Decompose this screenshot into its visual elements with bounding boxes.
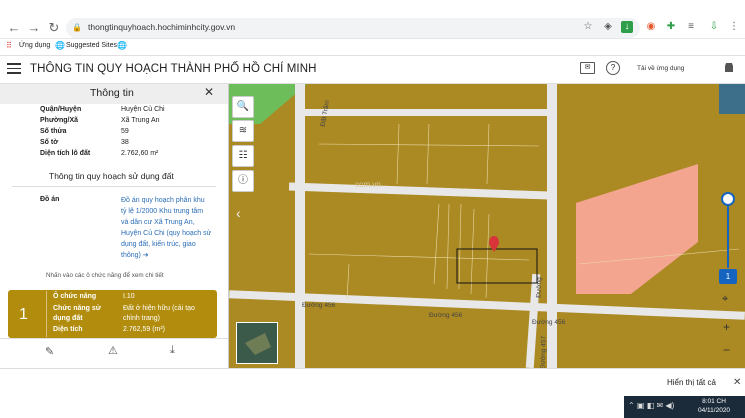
road-label: Đường 456 [302, 302, 336, 309]
download-bar [0, 368, 745, 397]
edit-document-icon[interactable]: ✎ [45, 345, 54, 358]
menu-dots-icon[interactable]: ⋮ [728, 21, 740, 33]
mail-icon[interactable]: ✉ [580, 62, 595, 74]
road-label: Đường 457 [539, 335, 548, 368]
layers-icon[interactable]: ≋ [232, 120, 254, 142]
field-value-sheet: 38 [121, 139, 129, 146]
field-label-area: Diện tích lô đất [40, 150, 91, 157]
close-icon[interactable]: ✕ [204, 85, 214, 99]
do-an-link[interactable]: Đồ án quy hoạch phân khu tỷ lệ 1/2000 Kh… [121, 195, 221, 261]
road-label: Đường 456 [532, 319, 566, 326]
do-an-label: Đồ án [40, 196, 60, 203]
card-value: Đất ở hiện hữu (cải tạo [123, 305, 195, 312]
search-icon[interactable]: 🔍 [232, 96, 254, 118]
field-label-parcel: Số thửa [40, 128, 67, 135]
back-icon[interactable]: ← [6, 20, 22, 36]
download-extension-icon[interactable]: ↓ [621, 21, 633, 33]
download-app-link[interactable]: Tải về ứng dụng [637, 65, 684, 72]
bookmark-suggested-sites[interactable]: Suggested Sites [66, 42, 117, 49]
field-value-area: 2.762,60 m² [121, 150, 159, 157]
field-label-sheet: Số tờ [40, 139, 59, 146]
lock-icon[interactable]: 🔒 [72, 23, 82, 32]
collapse-chevron-icon[interactable]: ‹ [236, 205, 241, 221]
satellite-thumbnail[interactable] [236, 322, 278, 364]
do-an-line[interactable]: Huyện Củ Chi (quy hoạch sử [121, 228, 221, 239]
chrome-extension-icon[interactable]: ◉ [645, 21, 657, 33]
do-an-line[interactable]: và dân cư Xã Trung An, [121, 217, 221, 228]
card-label: Ô chức năng [53, 293, 97, 300]
planning-map[interactable]: Đất Trấm Đường 456 Đường 456 Đường 456 Đ… [229, 84, 745, 368]
globe-icon-2[interactable]: 🌐 [117, 41, 127, 50]
divider [12, 186, 216, 187]
parcel-lines [308, 123, 740, 300]
android-icon[interactable] [723, 61, 735, 74]
tray-icons[interactable]: ⌃ ▣ ◧ ✉ ◀) [628, 401, 674, 410]
show-all-link[interactable]: Hiển thị tất cả [667, 378, 716, 387]
field-value-district: Huyện Củ Chi [121, 106, 165, 113]
do-an-line[interactable]: Đồ án quy hoạch phân khu [121, 195, 221, 206]
warning-icon[interactable]: ⚠ [108, 344, 118, 357]
do-an-line[interactable]: dụng đất, kiến trúc, giao [121, 239, 221, 250]
function-cell-card[interactable] [8, 290, 217, 338]
do-an-line[interactable]: thông) ➔ [121, 250, 221, 261]
watermark: com.vn [355, 180, 381, 189]
playlist-icon[interactable]: ≡ [685, 21, 697, 33]
card-label: dụng đất [53, 315, 83, 322]
forward-icon[interactable]: → [26, 20, 42, 36]
clock-time: 8:01 CH [702, 398, 726, 405]
card-value: I.10 [123, 293, 135, 300]
zoom-slider-track[interactable] [727, 206, 729, 268]
card-number: 1 [19, 306, 28, 323]
field-value-ward: Xã Trung An [121, 117, 160, 124]
road-label: Đường 456 [429, 312, 463, 319]
help-icon[interactable]: ? [606, 61, 620, 75]
field-value-parcel: 59 [121, 128, 129, 135]
field-label-ward: Phường/Xã [40, 117, 79, 124]
app-title: THÔNG TIN QUY HOẠCH THÀNH PHỐ HỒ CHÍ MIN… [30, 63, 317, 75]
globe-icon: 🌐 [55, 41, 65, 50]
zoom-slider-handle[interactable] [721, 192, 735, 206]
close-bar-icon[interactable]: ✕ [733, 377, 741, 388]
section-title: Thông tin quy hoạch sử dụng đất [49, 171, 174, 181]
zoom-level-badge: 1 [719, 269, 737, 284]
card-value: 2.762,59 (m²) [123, 326, 166, 333]
hamburger-menu-icon[interactable] [7, 63, 21, 75]
panel-title: Thông tin [90, 87, 134, 99]
url-text[interactable]: thongtinquyhoach.hochiminhcity.gov.vn [88, 22, 235, 32]
clock-date: 04/11/2020 [698, 407, 731, 414]
hint-text: Nhấn vào các ô chức năng để xem chi tiết [46, 272, 164, 279]
zoom-in-icon[interactable]: + [723, 320, 730, 334]
card-divider [46, 291, 47, 337]
reload-icon[interactable]: ↻ [46, 20, 62, 36]
card-label: Chức năng sử [53, 305, 101, 312]
puzzle-icon[interactable]: ✚ [665, 21, 677, 33]
clock[interactable]: 8:01 CH 04/11/2020 [698, 397, 730, 415]
info-icon[interactable]: ⓘ [232, 170, 254, 192]
download-report-icon[interactable]: ⤓ [170, 344, 175, 357]
do-an-line[interactable]: tỷ lệ 1/2000 Khu trung tâm [121, 206, 221, 217]
shield-extension-icon[interactable]: ◈ [602, 21, 614, 33]
field-label-district: Quận/Huyện [40, 106, 82, 113]
card-value: chỉnh trang) [123, 315, 160, 322]
legend-icon[interactable]: ☷ [232, 145, 254, 167]
road-label: Đường [535, 277, 544, 298]
card-label: Diện tích [53, 326, 83, 333]
apps-grid-icon[interactable]: ⠿ [6, 41, 16, 51]
zoom-out-icon[interactable]: − [723, 343, 730, 357]
download-icon[interactable]: ⇩ [708, 21, 720, 33]
bookmark-apps[interactable]: Ứng dụng [19, 42, 50, 49]
star-icon[interactable]: ☆ [582, 21, 594, 33]
locate-icon[interactable]: ⌖ [722, 293, 728, 306]
